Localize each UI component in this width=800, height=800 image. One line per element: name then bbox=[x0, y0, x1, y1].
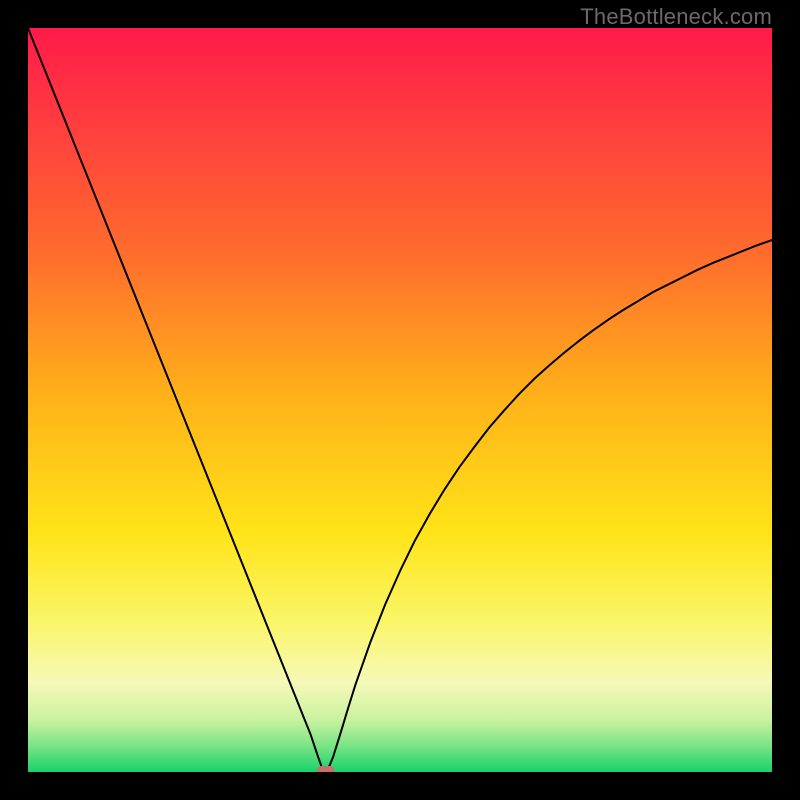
gradient-background bbox=[28, 28, 772, 772]
plot-area bbox=[28, 28, 772, 772]
optimal-point-marker bbox=[317, 766, 335, 772]
chart-svg bbox=[28, 28, 772, 772]
watermark-text: TheBottleneck.com bbox=[580, 4, 772, 30]
chart-container: TheBottleneck.com bbox=[0, 0, 800, 800]
